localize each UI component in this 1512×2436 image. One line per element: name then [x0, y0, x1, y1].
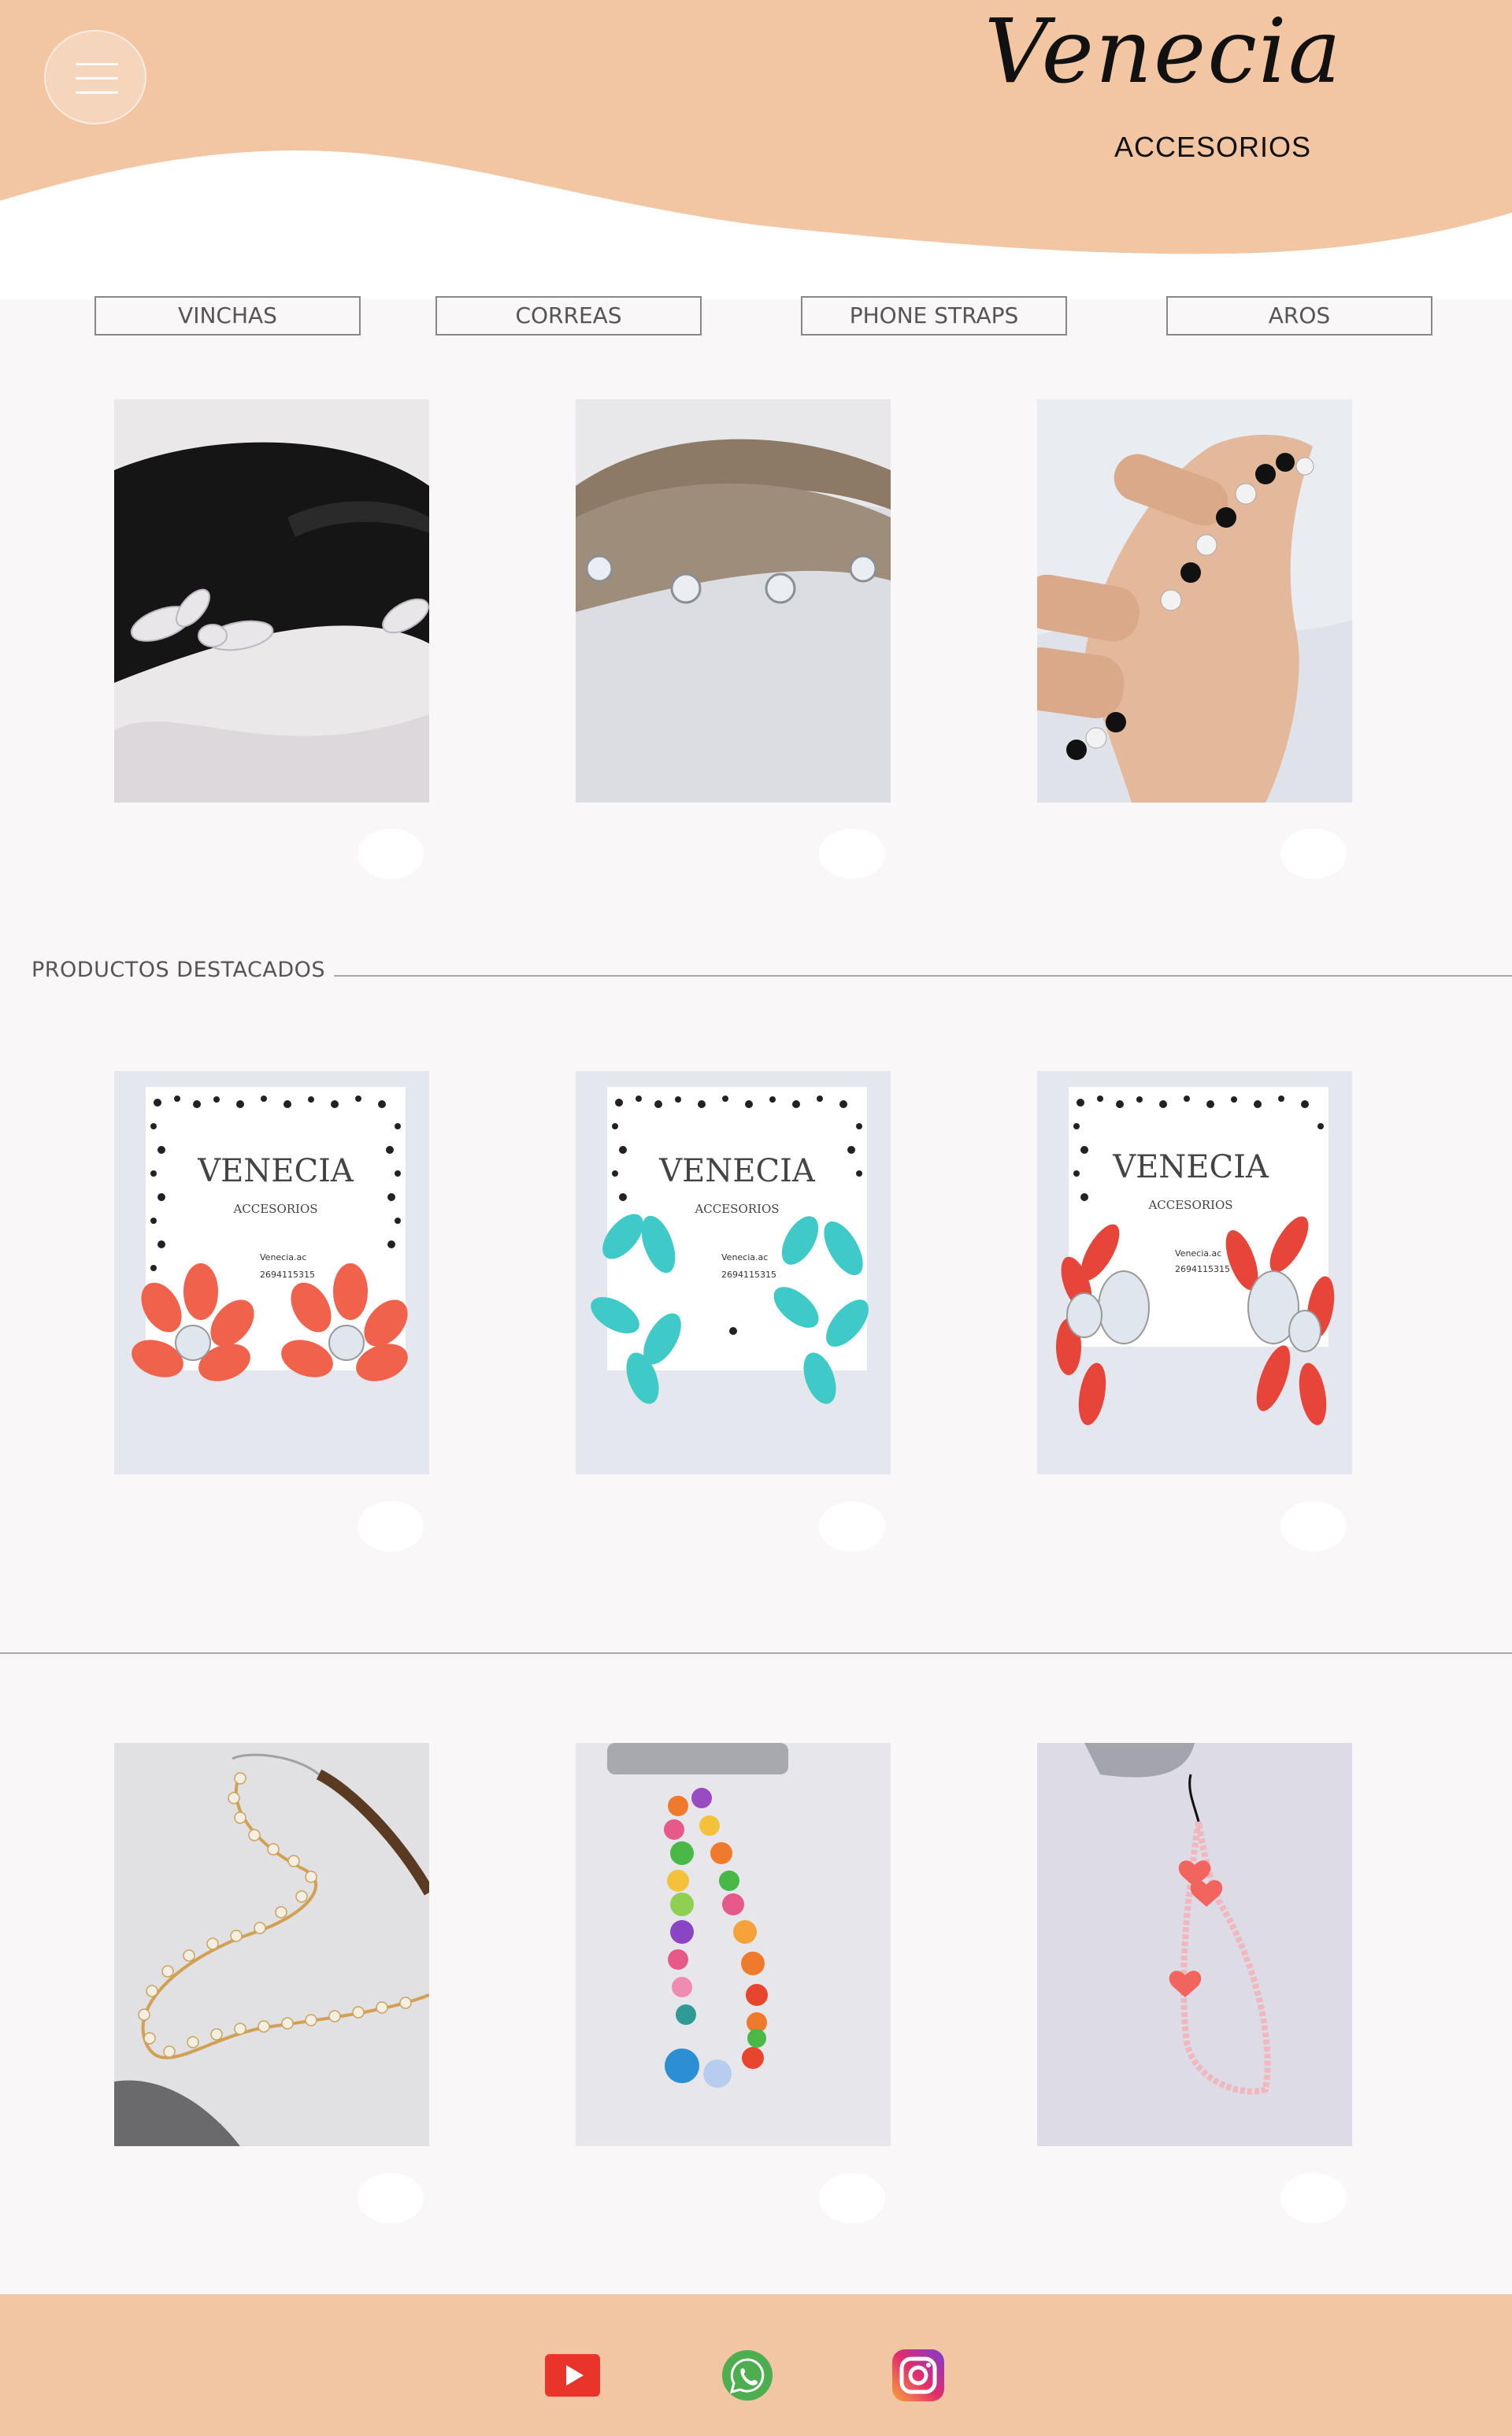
nav-phone-straps[interactable]: PHONE STRAPS — [801, 296, 1067, 336]
product-image-pearl-glasses-strap[interactable] — [114, 1743, 429, 2146]
product-image-rainbow-phone-strap[interactable] — [576, 1743, 891, 2146]
card-instagram: Venecia.ac — [721, 1252, 768, 1262]
section-title-featured: PRODUCTOS DESTACADOS — [32, 958, 326, 982]
nav-vinchas[interactable]: VINCHAS — [94, 296, 361, 336]
product-action-bubble[interactable] — [1280, 1501, 1347, 1552]
brand-name: Venecia — [984, 1, 1343, 103]
product-image-crystal-headband[interactable] — [1037, 399, 1352, 803]
product-action-bubble[interactable] — [358, 2173, 424, 2223]
whatsapp-icon[interactable] — [720, 2349, 775, 2401]
card-phone: 2694115315 — [260, 1270, 315, 1280]
hamburger-icon-line — [76, 91, 118, 94]
product-image-red-crystal-earrings[interactable]: VENECIA ACCESORIOS Venecia.ac 2694115315 — [1037, 1071, 1352, 1474]
product-image-pink-phone-strap[interactable] — [1037, 1743, 1352, 2146]
card-brand-name: VENECIA — [197, 1153, 354, 1189]
card-brand-name: VENECIA — [1112, 1149, 1269, 1185]
card-brand-name: VENECIA — [658, 1153, 816, 1189]
card-phone: 2694115315 — [1175, 1264, 1230, 1274]
card-phone: 2694115315 — [721, 1270, 776, 1280]
card-instagram: Venecia.ac — [260, 1252, 306, 1262]
hamburger-icon-line — [76, 77, 118, 80]
card-brand-sub: ACCESORIOS — [232, 1202, 317, 1216]
product-action-bubble[interactable] — [358, 1501, 424, 1552]
section-divider — [334, 975, 1512, 977]
product-action-bubble[interactable] — [1280, 829, 1347, 879]
card-brand-sub: ACCESORIOS — [1147, 1198, 1232, 1212]
site-footer — [0, 2294, 1512, 2436]
youtube-icon[interactable] — [545, 2349, 600, 2401]
instagram-icon[interactable] — [891, 2349, 946, 2401]
brand-tagline: ACCESORIOS — [1114, 131, 1312, 163]
menu-button[interactable] — [44, 30, 146, 124]
product-action-bubble[interactable] — [819, 2173, 885, 2223]
section-divider — [0, 1652, 1512, 1654]
product-action-bubble[interactable] — [358, 829, 424, 879]
card-instagram: Venecia.ac — [1175, 1248, 1221, 1259]
product-image-velvet-headband[interactable] — [114, 399, 429, 803]
brand-logo[interactable]: Venecia ACCESORIOS — [984, 8, 1341, 189]
site-header: Venecia ACCESORIOS — [0, 0, 1512, 299]
card-brand-sub: ACCESORIOS — [694, 1202, 779, 1216]
product-action-bubble[interactable] — [1280, 2173, 1347, 2223]
hamburger-icon-line — [76, 63, 118, 65]
product-action-bubble[interactable] — [819, 1501, 885, 1552]
product-image-turquoise-earrings[interactable]: VENECIA ACCESORIOS Venecia.ac 2694115315 — [576, 1071, 891, 1474]
nav-aros[interactable]: AROS — [1166, 296, 1432, 336]
product-image-beige-headband[interactable] — [576, 399, 891, 803]
product-image-coral-flower-earrings[interactable]: VENECIA ACCESORIOS Venecia.ac 2694115315 — [114, 1071, 429, 1474]
nav-correas[interactable]: CORREAS — [435, 296, 702, 336]
product-action-bubble[interactable] — [819, 829, 885, 879]
